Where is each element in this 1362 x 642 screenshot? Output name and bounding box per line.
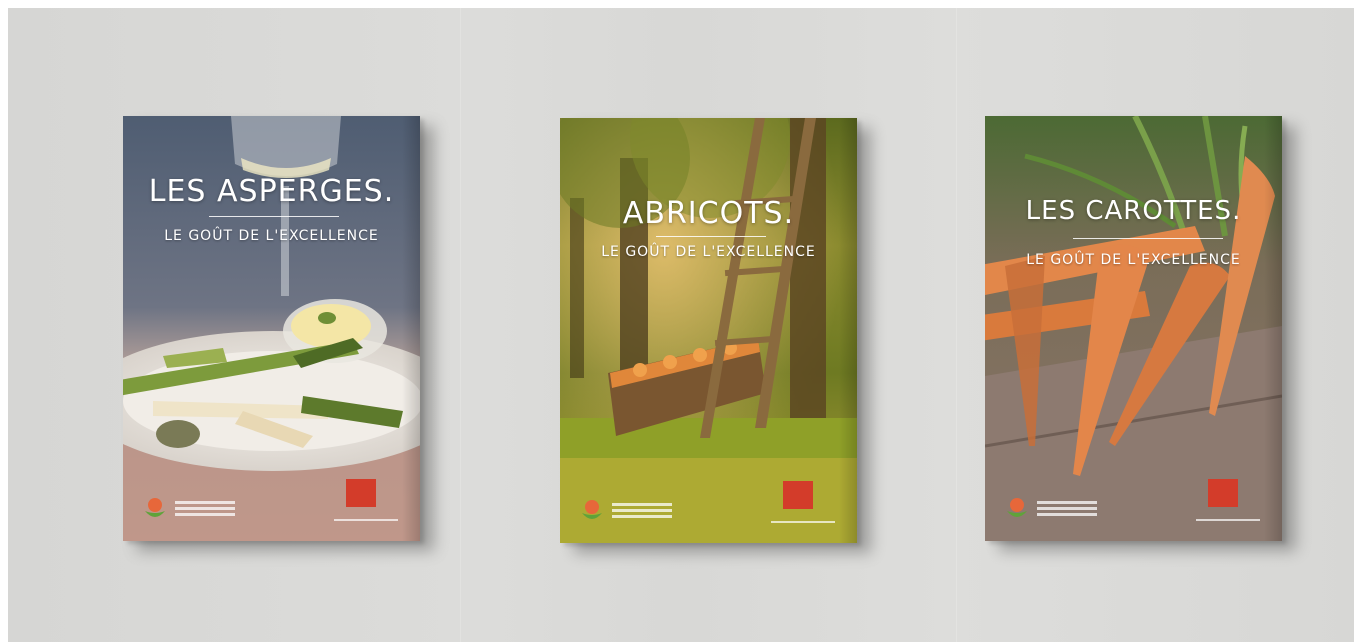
fruits-legumes-logo-icon: [582, 500, 602, 519]
fruits-legumes-logo-icon: [145, 498, 165, 517]
brochure-tagline: LE GOÛT DE L'EXCELLENCE: [1026, 252, 1241, 268]
fruits-legumes-wordmark: [1037, 499, 1097, 523]
title-underline: [1073, 238, 1223, 239]
brochure-tagline: LE GOÛT DE L'EXCELLENCE: [601, 244, 816, 260]
wall-seam: [460, 8, 461, 642]
apricot-orchard-photo: [560, 118, 857, 543]
fruits-legumes-wordmark: [612, 501, 672, 525]
brochure-asparagus: LES ASPERGES. LE GOÛT DE L'EXCELLENCE: [123, 116, 420, 541]
wall-background: LES ASPERGES. LE GOÛT DE L'EXCELLENCE AB…: [8, 8, 1354, 642]
brochure-title: LES ASPERGES.: [148, 174, 395, 209]
title-underline: [209, 216, 339, 217]
brochure-tagline: LE GOÛT DE L'EXCELLENCE: [164, 228, 379, 244]
valais-signature-mark: [771, 521, 835, 523]
valais-signature-mark: [334, 519, 398, 521]
carrots-photo: [985, 116, 1282, 541]
wall-seam: [956, 8, 957, 642]
brochure-carrots: LES CAROTTES. LE GOÛT DE L'EXCELLENCE: [985, 116, 1282, 541]
brochure-title: LES CAROTTES.: [1025, 196, 1242, 226]
valais-signature-mark: [1196, 519, 1260, 521]
title-underline: [656, 236, 766, 237]
valais-logo-icon: [1208, 479, 1238, 507]
brochure-apricots: ABRICOTS. LE GOÛT DE L'EXCELLENCE: [560, 118, 857, 543]
fruits-legumes-wordmark: [175, 499, 235, 523]
fruits-legumes-logo-icon: [1007, 498, 1027, 517]
brochure-title: ABRICOTS.: [622, 196, 795, 231]
valais-logo-icon: [346, 479, 376, 507]
valais-logo-icon: [783, 481, 813, 509]
